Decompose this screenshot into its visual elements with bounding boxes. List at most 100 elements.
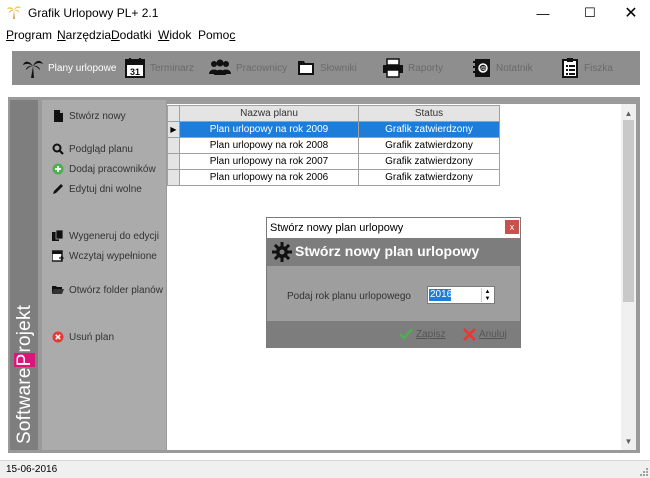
dialog-title-bar: Stwórz nowy plan urlopowy x bbox=[267, 218, 520, 238]
toolbar-label: Raporty bbox=[408, 62, 444, 74]
sidebar-item-usun-plan[interactable]: Usuń plan bbox=[52, 329, 114, 345]
menu-pomoc[interactable]: Pomoc bbox=[198, 28, 235, 42]
menu-widok[interactable]: Widok bbox=[158, 28, 191, 42]
sidebar-item-edytuj-dni-wolne[interactable]: Edytuj dni wolne bbox=[52, 181, 142, 197]
menu-program[interactable]: Program bbox=[6, 28, 52, 42]
row-header bbox=[167, 137, 180, 154]
checkmark-icon bbox=[399, 328, 413, 340]
sidebar-item-otworz-folder[interactable]: Otwórz folder planów bbox=[52, 282, 163, 298]
new-document-icon bbox=[54, 110, 63, 122]
cross-icon bbox=[463, 328, 476, 341]
stepper-down-icon[interactable]: ▼ bbox=[482, 295, 493, 302]
table-row[interactable]: Plan urlopowy na rok 2007 Grafik zatwier… bbox=[167, 153, 500, 170]
cell-plan-name[interactable]: Plan urlopowy na rok 2008 bbox=[179, 137, 359, 154]
people-icon bbox=[209, 59, 231, 75]
toolbar-label: Terminarz bbox=[150, 62, 194, 74]
add-circle-icon bbox=[52, 163, 64, 175]
table-row[interactable]: Plan urlopowy na rok 2008 Grafik zatwier… bbox=[167, 137, 500, 154]
cell-plan-name[interactable]: Plan urlopowy na rok 2009 bbox=[179, 121, 359, 138]
menu-bar: Program Narzędzia Dodatki Widok Pomoc bbox=[0, 26, 650, 44]
toolbar-pracownicy[interactable]: Pracownicy bbox=[208, 57, 287, 79]
cell-plan-name[interactable]: Plan urlopowy na rok 2007 bbox=[179, 153, 359, 170]
action-sidebar: Stwórz nowy Podgląd planu Dodaj pracowni… bbox=[42, 100, 166, 450]
load-calendar-icon bbox=[52, 250, 64, 262]
toolbar-raporty[interactable]: Raporty bbox=[382, 57, 443, 79]
row-selected-marker: ▶ bbox=[167, 121, 180, 138]
sidebar-item-stworz-nowy[interactable]: Stwórz nowy bbox=[52, 108, 126, 124]
stepper-buttons: ▲ ▼ bbox=[481, 288, 493, 302]
copy-documents-icon bbox=[52, 230, 64, 241]
table-row[interactable]: ▶ Plan urlopowy na rok 2009 Grafik zatwi… bbox=[167, 121, 500, 138]
toolbar-label: Plany urlopowe bbox=[48, 62, 117, 74]
toolbar-terminarz[interactable]: 31 Terminarz bbox=[124, 57, 194, 79]
cancel-button[interactable]: Anuluj bbox=[463, 328, 507, 341]
cell-plan-status[interactable]: Grafik zatwierdzony bbox=[358, 169, 500, 186]
cell-plan-status[interactable]: Grafik zatwierdzony bbox=[358, 137, 500, 154]
toolbar-fiszka[interactable]: Fiszka bbox=[560, 57, 613, 79]
toolbar-slowniki[interactable]: Słowniki bbox=[296, 57, 357, 79]
main-toolbar: Plany urlopowe 31 Terminarz Pracownicy S… bbox=[12, 51, 640, 85]
toolbar-notatnik[interactable]: @ Notatnik bbox=[472, 57, 533, 79]
open-folder-icon bbox=[52, 286, 64, 294]
sidebar-item-dodaj-pracownikow[interactable]: Dodaj pracowników bbox=[52, 161, 156, 177]
palm-tree-icon bbox=[23, 60, 43, 78]
table-header-row: Nazwa planu Status bbox=[167, 105, 500, 122]
sidebar-item-podglad-planu[interactable]: Podgląd planu bbox=[52, 141, 133, 157]
scroll-up-icon[interactable]: ▲ bbox=[621, 106, 636, 120]
notebook-icon: @ bbox=[473, 59, 490, 77]
pencil-icon bbox=[53, 184, 63, 194]
maximize-button[interactable]: ☐ bbox=[567, 0, 613, 26]
stepper-up-icon[interactable]: ▲ bbox=[482, 288, 493, 295]
window-title: Grafik Urlopowy PL+ 2.1 bbox=[28, 6, 159, 20]
save-button[interactable]: Zapisz bbox=[399, 328, 445, 340]
row-header bbox=[167, 153, 180, 170]
year-stepper[interactable]: 2016 ▲ ▼ bbox=[427, 286, 495, 304]
dialog-close-button[interactable]: x bbox=[505, 220, 519, 234]
status-bar: 15-06-2016 bbox=[0, 460, 650, 478]
minimize-button[interactable]: — bbox=[520, 0, 566, 26]
calendar-icon: 31 bbox=[125, 58, 145, 78]
year-label: Podaj rok planu urlopowego bbox=[287, 291, 411, 302]
cell-plan-status[interactable]: Grafik zatwierdzony bbox=[358, 121, 500, 138]
table-row[interactable]: Plan urlopowy na rok 2006 Grafik zatwier… bbox=[167, 169, 500, 186]
close-button[interactable]: ✕ bbox=[608, 0, 650, 26]
plans-table: Nazwa planu Status ▶ Plan urlopowy na ro… bbox=[167, 105, 500, 186]
svg-text:@: @ bbox=[480, 67, 486, 73]
toolbar-label: Pracownicy bbox=[236, 62, 288, 74]
menu-dodatki[interactable]: Dodatki bbox=[111, 28, 152, 42]
cell-plan-status[interactable]: Grafik zatwierdzony bbox=[358, 153, 500, 170]
dialog-header: Stwórz nowy plan urlopowy bbox=[267, 238, 520, 266]
toolbar-plany-urlopowe[interactable]: Plany urlopowe bbox=[22, 57, 116, 79]
menu-narzedzia[interactable]: Narzędzia bbox=[57, 28, 111, 42]
palm-tree-icon bbox=[7, 6, 21, 19]
checklist-icon bbox=[562, 58, 578, 78]
brand-logo: SoftwareProjekt bbox=[14, 304, 35, 444]
dialog-title: Stwórz nowy plan urlopowy bbox=[270, 222, 404, 234]
row-header bbox=[167, 169, 180, 186]
sidebar-item-wczytaj[interactable]: Wczytaj wypełnione bbox=[52, 248, 157, 264]
resize-grip-icon[interactable] bbox=[638, 466, 648, 476]
column-header-status[interactable]: Status bbox=[358, 105, 500, 122]
svg-text:31: 31 bbox=[130, 67, 140, 77]
toolbar-label: Fiszka bbox=[584, 62, 613, 74]
toolbar-label: Notatnik bbox=[496, 62, 533, 74]
printer-icon bbox=[383, 58, 403, 78]
dialog-heading: Stwórz nowy plan urlopowy bbox=[295, 243, 480, 259]
sidebar-item-wygeneruj[interactable]: Wygeneruj do edycji bbox=[52, 228, 159, 244]
scroll-down-icon[interactable]: ▼ bbox=[621, 434, 636, 448]
cell-plan-name[interactable]: Plan urlopowy na rok 2006 bbox=[179, 169, 359, 186]
new-plan-dialog: Stwórz nowy plan urlopowy x Stwórz nowy … bbox=[266, 217, 521, 348]
scroll-thumb[interactable] bbox=[623, 120, 634, 302]
dialog-footer: Zapisz Anuluj bbox=[267, 321, 520, 348]
year-value[interactable]: 2016 bbox=[430, 289, 452, 300]
status-date: 15-06-2016 bbox=[6, 464, 58, 475]
title-bar: Grafik Urlopowy PL+ 2.1 — ☐ ✕ bbox=[0, 0, 650, 26]
folder-icon bbox=[298, 61, 314, 75]
column-header-nazwa[interactable]: Nazwa planu bbox=[179, 105, 359, 122]
toolbar-label: Słowniki bbox=[320, 62, 357, 74]
magnifier-icon bbox=[52, 143, 64, 155]
row-header-corner bbox=[167, 105, 180, 122]
delete-circle-icon bbox=[52, 331, 64, 343]
gear-icon bbox=[272, 242, 292, 262]
vertical-scrollbar[interactable]: ▲ ▼ bbox=[621, 104, 636, 450]
